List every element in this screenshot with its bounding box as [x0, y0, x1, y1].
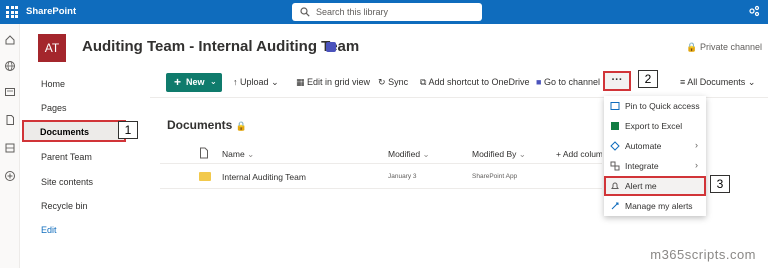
app-rail: [0, 24, 20, 268]
share-settings-icon[interactable]: [748, 5, 760, 17]
column-modified[interactable]: Modified ⌄: [388, 149, 430, 160]
lock-icon: 🔒: [235, 121, 247, 131]
sync-icon: ↻: [378, 77, 386, 87]
library-title: Documents 🔒: [167, 118, 247, 132]
more-options-menu: Pin to Quick access Export to Excel Auto…: [604, 96, 706, 216]
sync-button[interactable]: ↻ Sync: [378, 77, 408, 88]
library-title-text: Documents: [167, 118, 233, 132]
teams-channel-icon: ■: [536, 77, 542, 87]
shortcut-icon: ⧉: [420, 77, 427, 87]
callout-marker-1: 1: [118, 121, 138, 139]
menu-item-manage-alerts[interactable]: Manage my alerts: [604, 196, 706, 216]
row-divider: [160, 188, 602, 189]
grid-icon: ▦: [296, 77, 305, 87]
menu-item-integrate[interactable]: Integrate ›: [604, 156, 706, 176]
folder-icon: [199, 172, 211, 181]
menu-item-automate[interactable]: Automate ›: [604, 136, 706, 156]
menu-item-manage-alerts-label: Manage my alerts: [625, 201, 693, 211]
shortcut-button[interactable]: ⧉ Add shortcut to OneDrive: [420, 77, 530, 88]
nav-item-home[interactable]: Home: [41, 79, 65, 89]
column-modified-label: Modified: [388, 149, 421, 159]
globe-icon[interactable]: [4, 60, 16, 72]
search-placeholder: Search this library: [316, 7, 389, 17]
menu-item-export[interactable]: Export to Excel: [604, 116, 706, 136]
nav-item-site-contents[interactable]: Site contents: [41, 177, 93, 187]
automate-icon: [610, 141, 620, 151]
menu-item-alert-me[interactable]: Alert me: [604, 176, 706, 196]
view-icon: ≡: [680, 77, 686, 87]
file-icon[interactable]: [4, 114, 16, 126]
plus-icon: +: [174, 75, 182, 89]
chevron-right-icon: ›: [695, 160, 698, 170]
nav-item-pages[interactable]: Pages: [41, 103, 67, 113]
menu-item-integrate-label: Integrate: [625, 161, 659, 171]
teams-icon[interactable]: [326, 42, 336, 52]
integrate-icon: [610, 161, 620, 171]
search-input[interactable]: Search this library: [292, 3, 482, 21]
create-icon[interactable]: [4, 170, 16, 182]
upload-button[interactable]: ↑ Upload ⌄: [233, 77, 279, 88]
search-icon: [300, 7, 310, 17]
callout-marker-3: 3: [710, 175, 730, 193]
table-row-modified: January 3: [388, 173, 417, 180]
chevron-right-icon: ›: [695, 140, 698, 150]
column-modified-by[interactable]: Modified By ⌄: [472, 149, 526, 160]
menu-item-export-label: Export to Excel: [625, 121, 683, 131]
view-switcher[interactable]: ≡ All Documents ⌄: [680, 77, 755, 88]
add-column-button[interactable]: + Add column: [556, 149, 602, 159]
privacy-label: 🔒 Private channel: [686, 42, 762, 53]
bell-icon: [611, 182, 619, 189]
upload-icon: ↑: [233, 77, 238, 87]
news-icon[interactable]: [4, 86, 16, 98]
watermark: m365scripts.com: [650, 247, 756, 262]
pin-icon: [610, 102, 620, 110]
nav-item-documents[interactable]: Documents: [22, 120, 126, 142]
upload-label: Upload: [240, 77, 269, 87]
header-divider: [160, 163, 602, 164]
lock-icon: 🔒: [686, 42, 698, 52]
app-name[interactable]: SharePoint: [26, 6, 76, 17]
column-modified-by-label: Modified By: [472, 149, 517, 159]
new-button[interactable]: + New ⌄: [166, 73, 222, 92]
chevron-down-icon: ⌄: [747, 77, 756, 87]
list-icon[interactable]: [4, 142, 16, 154]
menu-item-pin-label: Pin to Quick access: [625, 101, 700, 111]
table-row-modified-by: SharePoint App: [472, 173, 518, 180]
site-title[interactable]: Auditing Team - Internal Auditing Team: [82, 38, 359, 55]
menu-item-automate-label: Automate: [625, 141, 662, 151]
menu-item-pin[interactable]: Pin to Quick access: [604, 96, 706, 116]
nav-item-documents-label: Documents: [40, 127, 90, 137]
shortcut-label: Add shortcut to OneDrive: [428, 77, 530, 87]
site-logo[interactable]: AT: [38, 34, 66, 62]
grid-view-label: Edit in grid view: [307, 77, 371, 87]
callout-marker-2: 2: [638, 70, 658, 88]
new-button-label: New: [186, 77, 205, 87]
chevron-down-icon: ⌄: [271, 77, 279, 87]
menu-item-alert-me-label: Alert me: [625, 181, 657, 191]
manage-alerts-icon: [611, 202, 619, 210]
go-to-channel-button[interactable]: ■ Go to channel: [536, 77, 600, 87]
nav-item-edit[interactable]: Edit: [41, 225, 57, 235]
nav-item-parent-team[interactable]: Parent Team: [41, 152, 92, 162]
chevron-down-icon: ⌄: [422, 149, 430, 159]
table-row-name[interactable]: Internal Auditing Team: [222, 172, 306, 182]
column-name-label: Name: [222, 149, 245, 159]
column-name[interactable]: Name ⌄: [222, 149, 254, 160]
home-icon[interactable]: [4, 34, 16, 46]
grid-view-button[interactable]: ▦ Edit in grid view: [296, 77, 370, 88]
excel-icon: [611, 122, 619, 130]
sync-label: Sync: [388, 77, 409, 87]
chevron-down-icon: ⌄: [247, 149, 255, 159]
view-label: All Documents: [687, 77, 746, 87]
go-to-channel-label: Go to channel: [543, 77, 600, 87]
privacy-text: Private channel: [699, 42, 762, 52]
chevron-down-icon: ⌄: [518, 149, 526, 159]
nav-item-recycle-bin[interactable]: Recycle bin: [41, 201, 88, 211]
file-type-icon[interactable]: [199, 147, 209, 159]
suite-bar: SharePoint Search this library: [0, 0, 768, 24]
chevron-down-icon: ⌄: [210, 77, 217, 86]
more-options-button[interactable]: ···: [603, 71, 631, 91]
app-launcher-icon[interactable]: [6, 6, 18, 18]
